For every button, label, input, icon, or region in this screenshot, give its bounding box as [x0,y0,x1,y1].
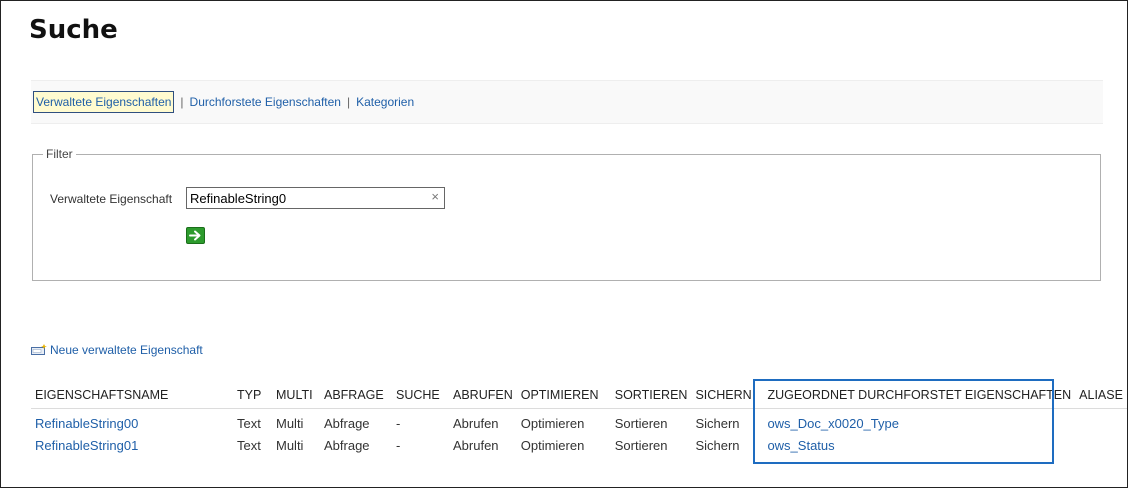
col-header-abfrage[interactable]: ABFRAGE [320,382,392,409]
cell-mapped: ows_Doc_x0020_Type [763,409,1075,435]
col-header-abrufen[interactable]: ABRUFEN [449,382,517,409]
cell-abrufen: Abrufen [453,415,499,431]
mapped-property-link[interactable]: ows_Status [767,438,834,453]
table-row: RefinableString01 Text Multi Abfrage - A… [31,434,1127,456]
filter-input-wrapper: × [186,187,445,209]
cell-typ: Text [237,415,261,431]
cell-sortieren: Sortieren [614,415,668,431]
mapped-property-link[interactable]: ows_Doc_x0020_Type [767,416,899,431]
col-header-optimieren[interactable]: OPTIMIEREN [516,382,611,409]
cell-abrufen: Abrufen [453,437,499,453]
col-header-name[interactable]: EIGENSCHAFTSNAME [31,382,233,409]
col-header-mapped[interactable]: ZUGEORDNET DURCHFORSTET EIGENSCHAFTEN [763,382,1076,409]
cell-multi: Multi [276,437,304,453]
cell-mapped: ows_Status [763,434,1075,456]
col-header-multi[interactable]: MULTI [272,382,320,409]
cell-typ: Text [237,437,261,453]
table-header-row: EIGENSCHAFTSNAME TYP MULTI ABFRAGE SUCHE… [31,382,1127,409]
cell-abfrage: Abfrage [324,437,370,453]
table-row: RefinableString00 Text Multi Abfrage - A… [31,409,1127,435]
col-header-typ[interactable]: TYP [233,382,272,409]
col-header-suche[interactable]: SUCHE [392,382,449,409]
cell-suche: - [396,415,401,431]
filter-input[interactable] [187,188,422,208]
new-property-row: Neue verwaltete Eigenschaft [31,343,203,357]
col-header-sortieren[interactable]: SORTIEREN [610,382,692,409]
subnav: Verwaltete Eigenschaften | Durchforstete… [31,80,1103,124]
subnav-separator: | [180,95,184,109]
page-title: Suche [29,15,118,45]
arrow-right-icon [189,230,201,241]
cell-name: RefinableString00 [31,409,233,435]
cell-sichern: Sichern [695,415,740,431]
subnav-separator: | [346,95,351,109]
cell-abfrage: Abfrage [324,415,370,431]
properties-table: EIGENSCHAFTSNAME TYP MULTI ABFRAGE SUCHE… [31,382,1127,456]
subnav-durchforstete-eigenschaften[interactable]: Durchforstete Eigenschaften [190,95,341,109]
cell-suche: - [396,437,401,453]
cell-sortieren: Sortieren [614,437,668,453]
subnav-verwaltete-eigenschaften[interactable]: Verwaltete Eigenschaften [33,91,175,113]
cell-aliase [1075,409,1127,435]
filter-legend: Filter [46,147,73,161]
filter-group: Filter Verwaltete Eigenschaft × [32,147,1101,281]
property-link[interactable]: RefinableString01 [35,438,138,453]
new-property-link[interactable]: Neue verwaltete Eigenschaft [50,343,203,357]
col-header-aliase[interactable]: ALIASE [1075,382,1127,409]
cell-sichern: Sichern [695,437,740,453]
new-property-icon [31,344,47,355]
filter-label: Verwaltete Eigenschaft [50,192,173,206]
clear-icon[interactable]: × [431,189,439,204]
cell-optimieren: Optimieren [520,437,585,453]
cell-name: RefinableString01 [31,434,233,456]
col-header-sichern[interactable]: SICHERN [691,382,764,409]
cell-aliase [1075,434,1127,456]
cell-optimieren: Optimieren [520,415,585,431]
go-button[interactable] [186,227,205,244]
cell-multi: Multi [276,415,304,431]
property-link[interactable]: RefinableString00 [35,416,138,431]
subnav-kategorien[interactable]: Kategorien [356,95,414,109]
